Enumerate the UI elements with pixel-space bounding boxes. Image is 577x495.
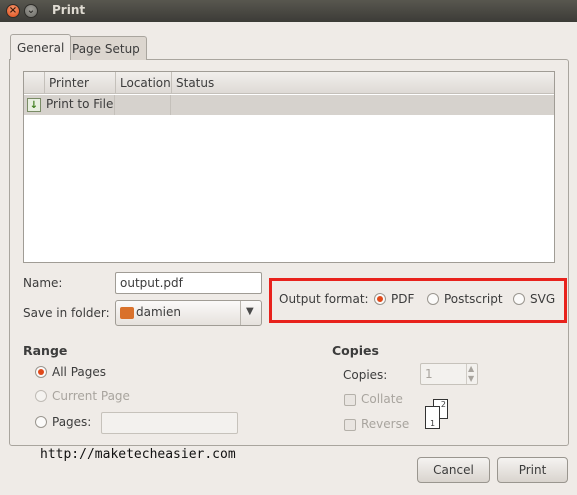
print-to-file-icon: ↓ <box>27 98 41 112</box>
save-folder-label: Save in folder: <box>23 306 110 320</box>
title-bar <box>0 0 577 22</box>
format-postscript-label[interactable]: Postscript <box>444 292 503 306</box>
reverse-label: Reverse <box>361 417 410 431</box>
collate-label: Collate <box>361 392 403 406</box>
name-label: Name: <box>23 276 63 290</box>
radio-pages[interactable] <box>35 416 47 428</box>
stepper-divider <box>466 364 467 384</box>
copies-stepper[interactable]: 1 ▲ ▼ <box>420 363 478 385</box>
column-header-status[interactable]: Status <box>171 72 554 94</box>
minimize-icon[interactable]: ⌄ <box>24 4 38 18</box>
range-heading: Range <box>23 343 68 358</box>
window-title: Print <box>52 3 86 17</box>
copies-value: 1 <box>425 367 433 381</box>
cancel-button[interactable]: Cancel <box>417 457 490 483</box>
decrement-icon[interactable]: ▼ <box>468 374 474 384</box>
radio-postscript[interactable] <box>427 293 439 305</box>
collate-pages-icon: 2 1 <box>425 399 452 430</box>
format-pdf-label[interactable]: PDF <box>391 292 414 306</box>
current-page-label: Current Page <box>52 389 130 403</box>
tab-page-setup[interactable]: Page Setup <box>65 36 147 60</box>
radio-pdf[interactable] <box>374 293 386 305</box>
combo-divider <box>240 301 241 325</box>
radio-current-page <box>35 390 47 402</box>
home-folder-icon <box>120 307 134 319</box>
column-divider <box>114 95 115 115</box>
radio-svg[interactable] <box>513 293 525 305</box>
column-header-printer[interactable]: Printer <box>44 72 115 94</box>
pages-label[interactable]: Pages: <box>52 415 91 429</box>
output-format-label: Output format: <box>279 292 369 306</box>
reverse-checkbox <box>344 419 356 431</box>
save-folder-combo[interactable]: damien ▼ <box>115 300 262 326</box>
tab-general[interactable]: General <box>10 34 72 60</box>
printer-list[interactable]: Printer Location Status ↓ Print to File <box>23 71 555 263</box>
pages-field[interactable] <box>101 412 238 434</box>
printer-name: Print to File <box>46 97 114 111</box>
close-icon[interactable]: × <box>6 4 20 18</box>
print-button[interactable]: Print <box>497 457 568 483</box>
copies-heading: Copies <box>332 343 379 358</box>
page-one-icon: 1 <box>425 406 440 429</box>
format-svg-label[interactable]: SVG <box>530 292 555 306</box>
watermark-url: http://maketecheasier.com <box>40 447 236 462</box>
chevron-down-icon: ▼ <box>246 306 254 317</box>
all-pages-label[interactable]: All Pages <box>52 365 106 379</box>
collate-checkbox <box>344 394 356 406</box>
increment-icon[interactable]: ▲ <box>468 364 474 374</box>
icon-column-header <box>24 72 44 94</box>
save-folder-value: damien <box>136 305 181 319</box>
column-header-location[interactable]: Location <box>115 72 171 94</box>
column-divider <box>170 95 171 115</box>
printer-row[interactable]: ↓ Print to File <box>24 95 554 115</box>
copies-label: Copies: <box>343 368 388 382</box>
radio-all-pages[interactable] <box>35 366 47 378</box>
name-field[interactable] <box>115 272 262 294</box>
